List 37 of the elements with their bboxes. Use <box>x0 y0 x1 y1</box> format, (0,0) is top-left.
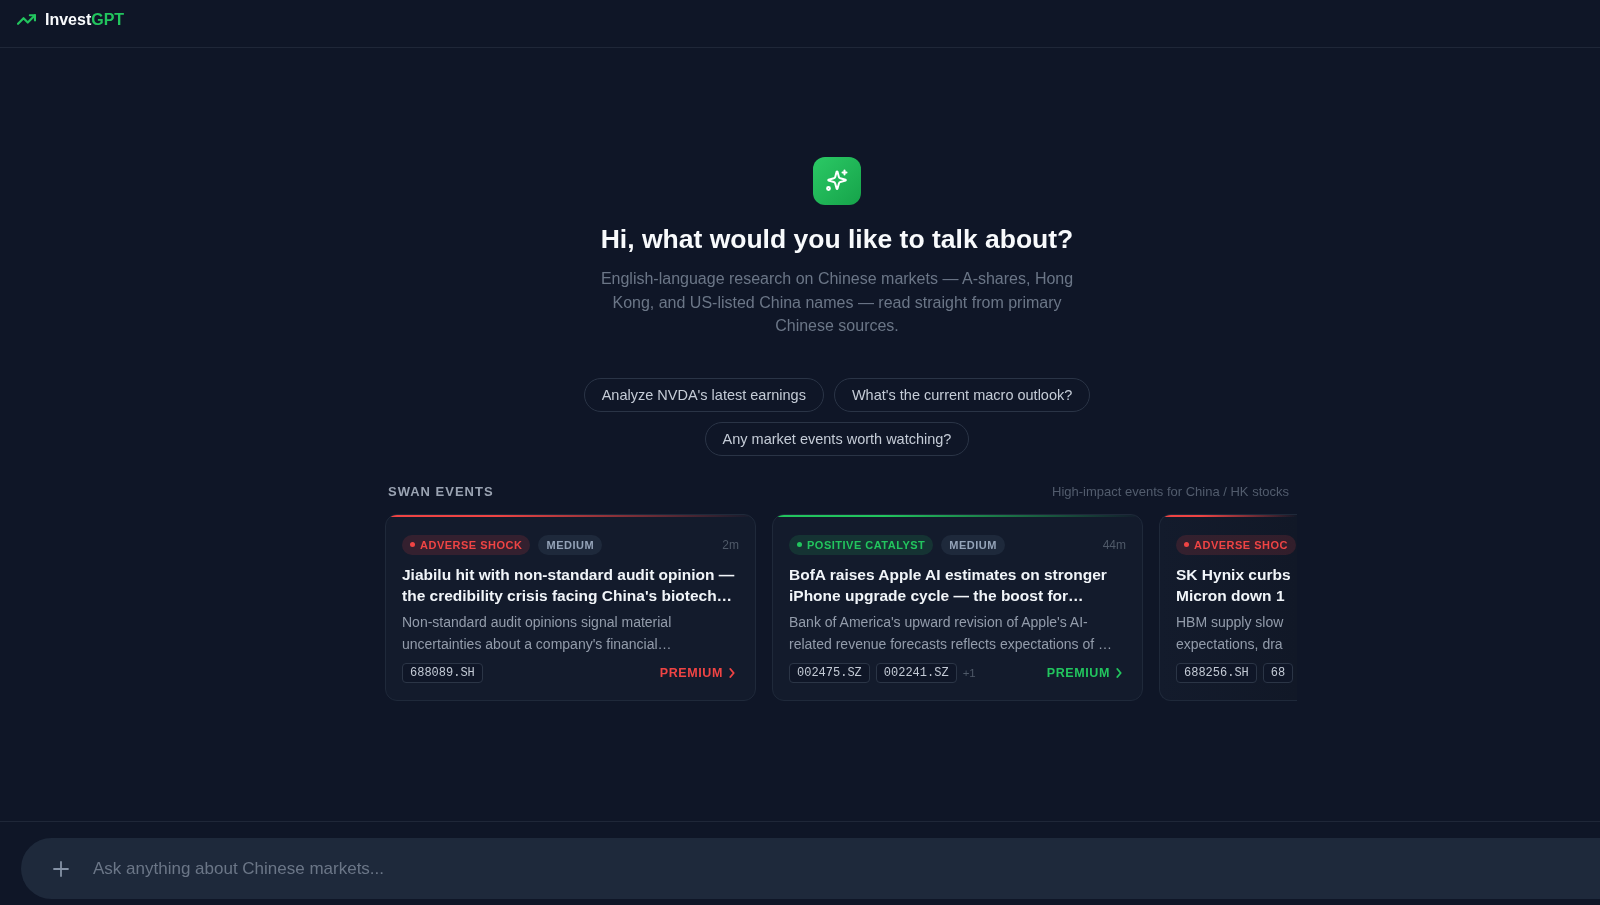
trending-up-icon <box>17 14 36 25</box>
event-title: BofA raises Apple AI estimates on stronger iPhone upgrade cycle — the boost for… <box>789 564 1108 606</box>
chevron-right-icon <box>1116 667 1122 678</box>
app-logo-text: InvestGPT <box>45 10 125 29</box>
ticker-tag: 68 <box>1262 662 1294 683</box>
welcome-heading: Hi, what would you like to talk about? <box>600 223 1074 256</box>
event-card[interactable]: ADVERSE SHOC SK Hynix curbs Micron down 1 HBM supply slow expectations, dra 688256.SH 68 <box>1159 513 1297 701</box>
ticker-tag: 002475.SZ <box>789 662 870 683</box>
premium-link[interactable]: PREMIUM <box>1046 665 1122 680</box>
event-title: SK Hynix curbs Micron down 1 <box>1176 564 1292 606</box>
section-title: SWAN EVENTS <box>388 483 494 500</box>
event-summary: Non-standard audit opinions signal material uncertainties about a company's financial… <box>402 612 673 654</box>
event-card[interactable] <box>772 513 1143 701</box>
ticker-tag: 688089.SH <box>402 662 483 683</box>
event-card[interactable] <box>385 513 756 701</box>
section-caption: High-impact events for China / HK stocks <box>1052 483 1289 500</box>
event-title: Jiabilu hit with non-standard audit opinion — the credibility crisis facing China's biotech… <box>402 564 736 606</box>
ticker-tag: 002241.SZ <box>875 662 957 683</box>
event-type-text: ADVERSE SHOCK <box>420 538 523 551</box>
ticker-tag: 688256.SH <box>1176 662 1257 683</box>
time-ago-text: 2m <box>722 537 739 552</box>
welcome-description: English-language research on Chinese markets — A-shares, Hong Kong, and US-listed China names — read straight from primary Chinese sources. <box>599 269 1075 336</box>
chevron-right-icon <box>729 667 735 678</box>
chat-input[interactable]: Ask anything about Chinese markets... <box>93 848 1600 889</box>
event-type-text: ADVERSE SHOC <box>1194 538 1289 551</box>
event-type-text: POSITIVE CATALYST <box>807 538 926 551</box>
add-button[interactable] <box>53 860 69 877</box>
plus-icon <box>53 860 69 877</box>
time-ago-text: 44m <box>1102 537 1126 552</box>
more-tickers-count: +1 <box>962 666 976 679</box>
premium-link[interactable]: PREMIUM <box>659 665 735 680</box>
chat-input-box[interactable]: Ask anything about Chinese markets... <box>21 838 1600 899</box>
severity-tag: MEDIUM <box>941 534 1005 555</box>
event-summary: HBM supply slow expectations, dra <box>1176 612 1285 654</box>
sparkles-icon <box>813 157 861 205</box>
severity-tag: MEDIUM <box>538 534 603 555</box>
event-summary: Bank of America's upward revision of Apple's AI-related revenue forecasts reflects expectations of … <box>789 612 1113 654</box>
